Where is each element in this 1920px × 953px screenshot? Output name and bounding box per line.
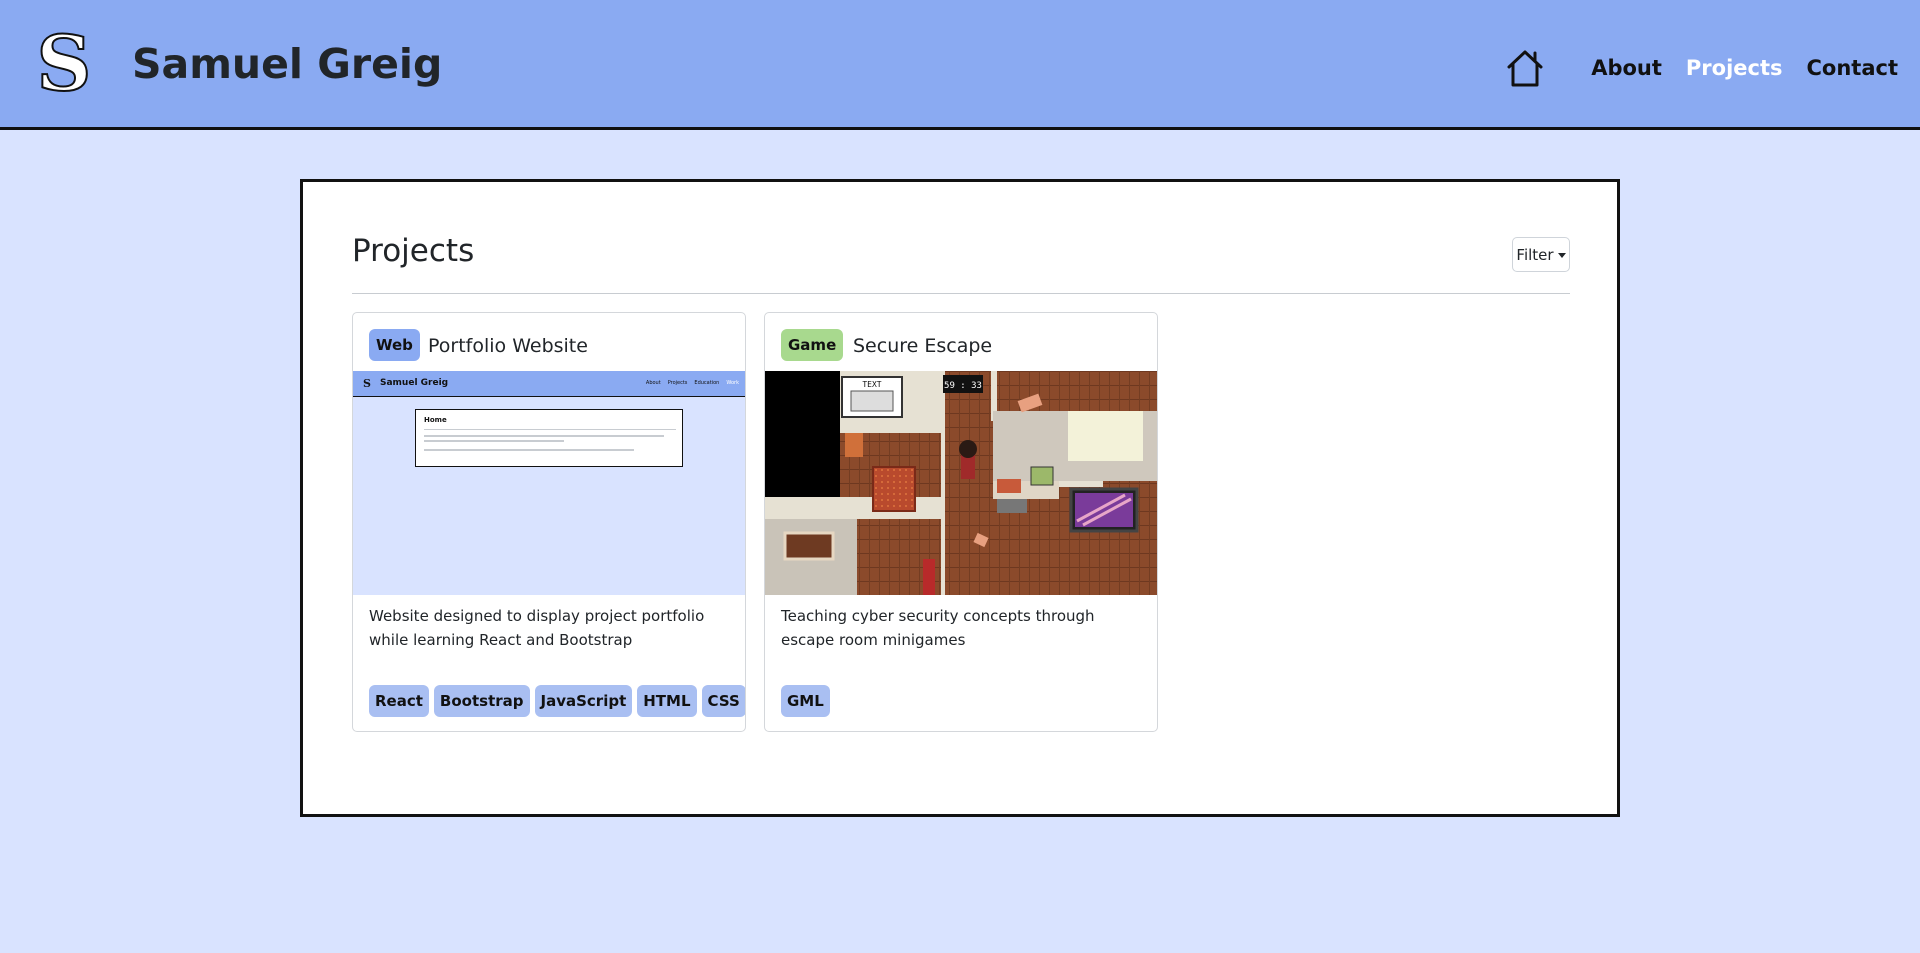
preview-text-line (424, 435, 664, 437)
title-divider (352, 293, 1570, 294)
card-description: Website designed to display project port… (369, 607, 705, 649)
game-scene: TEXT 59 : 33 (765, 371, 1157, 595)
preview-panel: Home (415, 409, 683, 467)
game-timer: 59 : 33 (944, 381, 982, 391)
preview-body: Home (353, 397, 745, 595)
tag: JavaScript (534, 685, 633, 717)
tag-list: React Bootstrap JavaScript HTML CSS (369, 685, 745, 717)
logo-icon[interactable]: S (34, 28, 94, 100)
projects-panel: Projects Filter Web Portfolio Website S … (300, 179, 1620, 817)
caret-down-icon (1557, 252, 1566, 258)
preview-navbar: S Samuel Greig About Projects Education … (353, 371, 745, 397)
svg-text:S: S (37, 28, 92, 100)
tag: HTML (637, 685, 697, 717)
home-icon[interactable] (1505, 48, 1545, 88)
preview-logo-icon: S (363, 377, 371, 390)
preview-nav-item: Education (694, 380, 720, 386)
nav-about-link[interactable]: About (1591, 56, 1662, 80)
preview-brand: Samuel Greig (380, 378, 449, 388)
tag: CSS (701, 685, 745, 717)
nav-projects-link[interactable]: Projects (1686, 56, 1783, 80)
page-title: Projects (352, 233, 475, 269)
game-sign-text: TEXT (862, 380, 881, 389)
project-card-secure-escape[interactable]: Game Secure Escape TEXT 59: 33 Teaching… (764, 312, 1158, 732)
tag: React (369, 685, 429, 717)
card-header: Game Secure Escape (765, 313, 1157, 371)
nav-contact-link[interactable]: Contact (1807, 56, 1899, 80)
card-header: Web Portfolio Website (353, 313, 745, 371)
tag: GML (781, 685, 830, 717)
preview-divider (424, 429, 676, 430)
preview-nav-item: About (645, 380, 661, 386)
project-card-portfolio[interactable]: Web Portfolio Website S Samuel Greig Abo… (352, 312, 746, 732)
preview-text-line (424, 440, 564, 442)
preview-nav-item: Work (726, 380, 739, 386)
project-preview-image: S Samuel Greig About Projects Education … (353, 371, 745, 595)
filter-dropdown-button[interactable]: Filter (1512, 237, 1570, 272)
tag: Bootstrap (433, 685, 530, 717)
category-badge: Web (369, 329, 420, 361)
brand-name[interactable]: Samuel Greig (132, 40, 442, 88)
preview-nav-item: Projects (667, 380, 688, 386)
tag-list: GML (781, 685, 835, 717)
card-title: Secure Escape (853, 335, 993, 357)
preview-nav: About Projects Education Work (639, 380, 739, 386)
filter-label: Filter (1516, 245, 1554, 264)
category-badge: Game (781, 329, 844, 361)
project-preview-image: TEXT 59 : 33 (765, 371, 1157, 595)
card-title: Portfolio Website (428, 335, 588, 357)
preview-panel-title: Home (424, 416, 447, 424)
card-description: Teaching cyber security concepts through… (781, 607, 1095, 649)
nav-links: About Projects Contact (1505, 48, 1898, 88)
preview-text-line (424, 449, 634, 451)
navbar: S Samuel Greig About Projects Contact (0, 0, 1920, 130)
